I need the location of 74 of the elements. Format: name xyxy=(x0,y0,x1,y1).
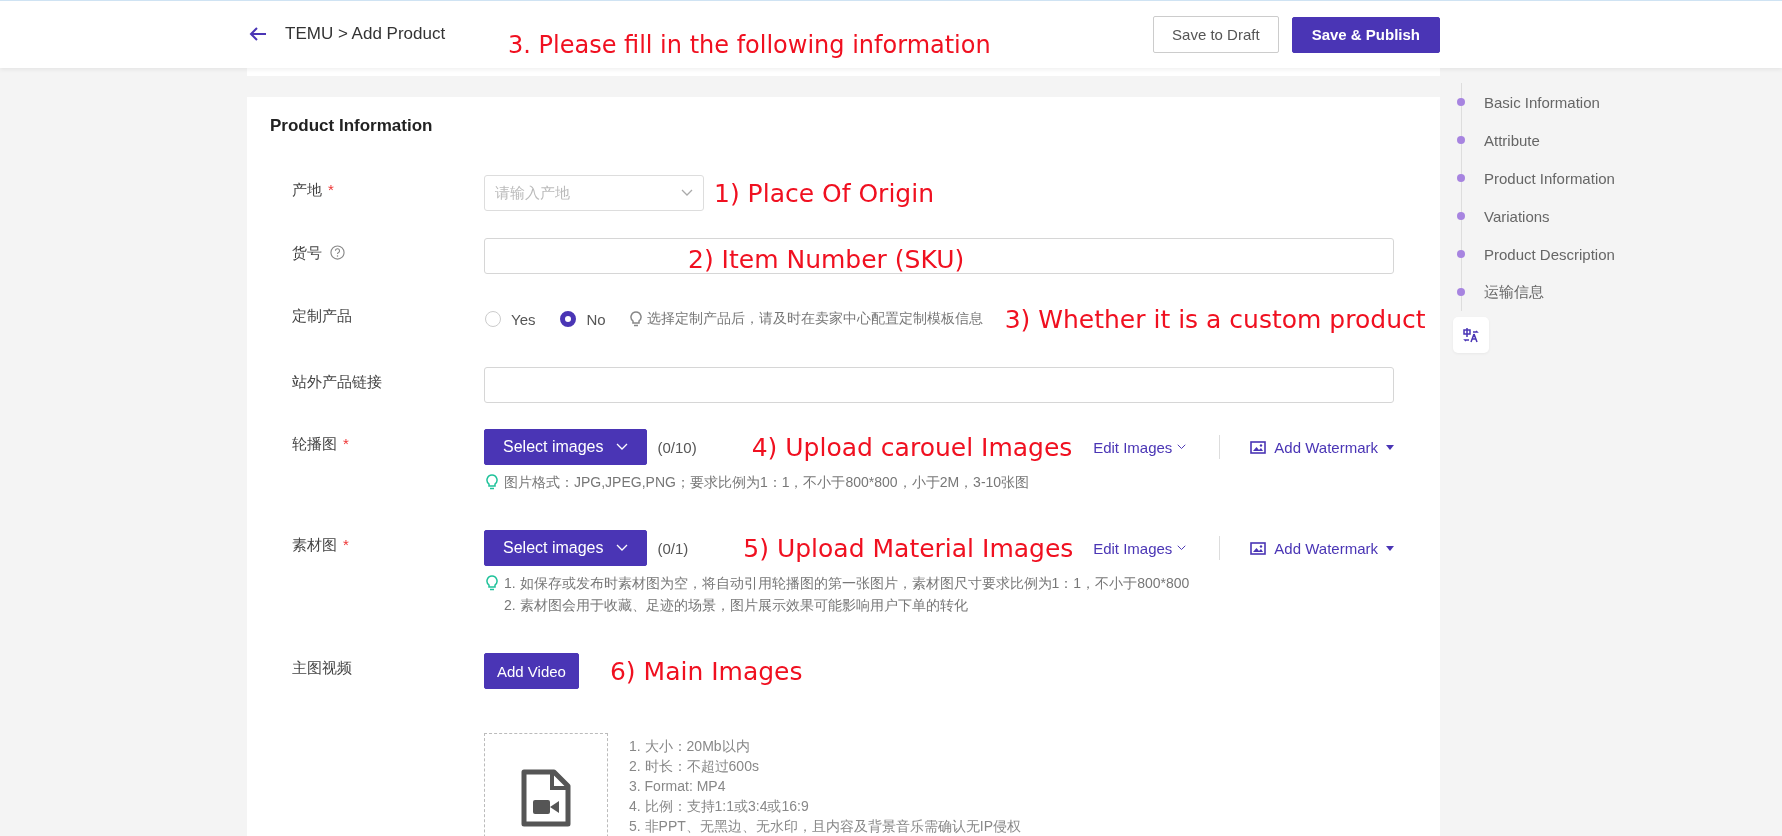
chevron-down-icon xyxy=(615,443,628,451)
video-upload-area[interactable] xyxy=(484,733,608,836)
note-text: 1. 大小：20Mb以内 xyxy=(629,737,751,756)
publish-button[interactable]: Save & Publish xyxy=(1291,16,1440,53)
hint-text: 1. 如保存或发布时素材图为空，将自动引用轮播图的第一张图片，素材图尺寸要求比例为1：1，不小于800*800 xyxy=(504,574,1190,593)
note-text: 5. 非PPT、无黑边、无水印，且内容及背景音乐需确认无IP侵权 xyxy=(629,817,1022,836)
annotation-text: 3) Whether it is a custom product xyxy=(1004,306,1426,332)
draft-button[interactable]: Save to Draft xyxy=(1153,16,1279,53)
translate-icon xyxy=(1462,326,1480,344)
nav-link[interactable]: Basic Information xyxy=(1484,93,1600,111)
nav-link[interactable]: Product Information xyxy=(1484,169,1615,187)
annotation-text: 5) Upload Material Images xyxy=(743,535,1074,561)
required-mark: * xyxy=(328,181,334,198)
nav-dot xyxy=(1457,212,1465,220)
edit-images-link[interactable]: Edit Images xyxy=(1093,438,1187,456)
back-arrow-icon[interactable] xyxy=(249,25,267,42)
chevron-down-icon xyxy=(681,189,693,197)
field-label: 产地 xyxy=(292,181,322,200)
image-icon xyxy=(1250,440,1267,454)
annotation-text: 4) Upload carouel Images xyxy=(751,434,1073,460)
field-label: 素材图 xyxy=(292,536,337,555)
radio-option[interactable]: No xyxy=(560,310,606,328)
field-label: 站外产品链接 xyxy=(292,373,382,392)
radio-button[interactable] xyxy=(560,311,577,327)
nav-link[interactable]: 运输信息 xyxy=(1484,282,1544,302)
select-images-button[interactable]: Select images xyxy=(484,530,647,566)
nav-link[interactable]: Attribute xyxy=(1484,131,1540,149)
add-video-button[interactable]: Add Video xyxy=(484,653,579,689)
annotation-text: 6) Main Images xyxy=(609,658,803,684)
field-label: 定制产品 xyxy=(292,307,352,326)
edit-images-link[interactable]: Edit Images xyxy=(1093,539,1187,557)
chevron-down-icon xyxy=(1177,443,1187,451)
annotation-text: 3. Please fill in the following information xyxy=(508,33,991,57)
image-icon xyxy=(1250,541,1267,555)
note-text: 2. 时长：不超过600s xyxy=(629,757,760,776)
field-label: 货号 xyxy=(292,244,322,263)
nav-dot xyxy=(1457,136,1465,144)
note-text: 3. Format: MP4 xyxy=(629,777,727,796)
nav-dot xyxy=(1457,250,1465,258)
breadcrumb: TEMU > Add Product xyxy=(285,23,446,44)
nav-dot xyxy=(1457,288,1465,296)
hint-text: 图片格式：JPG,JPEG,PNG；要求比例为1：1，不小于800*800，小于2M，3-10张图 xyxy=(504,473,1030,492)
required-mark: * xyxy=(343,435,349,452)
field-label: 轮播图 xyxy=(292,435,337,454)
help-icon[interactable] xyxy=(330,245,345,260)
lightbulb-icon xyxy=(629,311,642,327)
required-mark: * xyxy=(343,536,349,553)
section-title: Product Information xyxy=(270,116,434,136)
caret-down-icon xyxy=(1386,444,1394,450)
caret-down-icon xyxy=(1386,545,1394,551)
chevron-down-icon xyxy=(615,544,628,552)
add-watermark-link[interactable]: Add Watermark xyxy=(1250,539,1394,557)
lightbulb-icon xyxy=(486,474,498,490)
lightbulb-icon xyxy=(486,575,498,591)
image-count: (0/10) xyxy=(657,438,697,456)
select-images-button[interactable]: Select images xyxy=(484,429,647,465)
hint-text: 选择定制产品后，请及时在卖家中心配置定制模板信息 xyxy=(646,310,983,328)
chevron-down-icon xyxy=(1177,544,1187,552)
hint-text: 2. 素材图会用于收藏、足迹的场景，图片展示效果可能影响用户下单的转化 xyxy=(504,596,968,615)
translate-button[interactable] xyxy=(1453,317,1489,353)
nav-link[interactable]: Product Description xyxy=(1484,245,1615,263)
field-label: 主图视频 xyxy=(292,659,352,678)
input-field[interactable] xyxy=(484,238,1394,274)
video-file-icon xyxy=(520,768,572,828)
annotation-text: 1) Place Of Origin xyxy=(714,180,934,206)
note-text: 4. 比例：支持1:1或3:4或16:9 xyxy=(629,797,810,816)
annotation-text: 2) Item Number (SKU) xyxy=(688,247,965,272)
add-watermark-link[interactable]: Add Watermark xyxy=(1250,438,1394,456)
nav-link[interactable]: Variations xyxy=(1484,207,1550,225)
radio-option[interactable]: Yes xyxy=(485,310,536,328)
nav-dot xyxy=(1457,174,1465,182)
image-count: (0/1) xyxy=(657,539,689,557)
nav-dot xyxy=(1457,98,1465,106)
input-field[interactable] xyxy=(484,367,1394,403)
